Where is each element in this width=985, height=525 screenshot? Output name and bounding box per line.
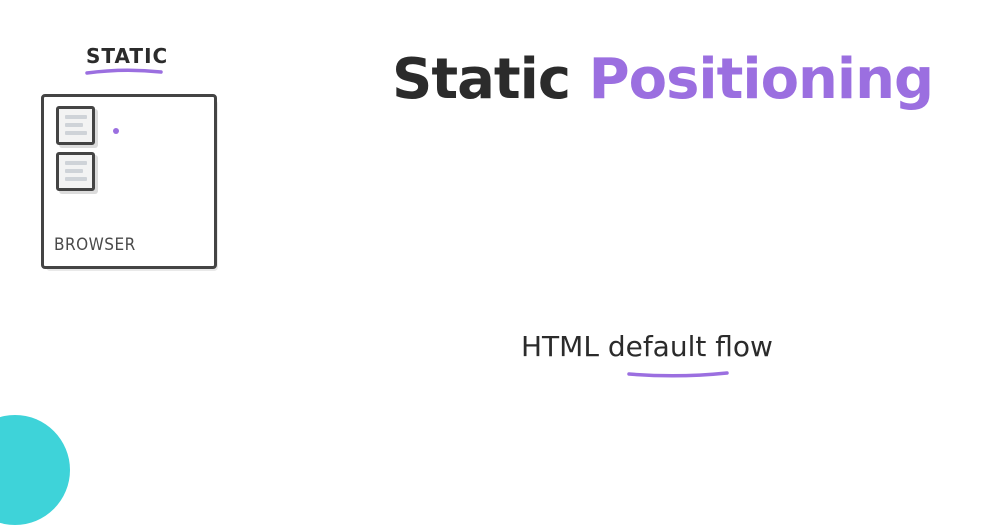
title-word-static: Static	[392, 47, 571, 112]
accent-dot	[113, 128, 119, 134]
subtitle-underline	[627, 371, 729, 378]
static-underline	[85, 68, 163, 75]
subtitle-prefix: HTML	[521, 330, 599, 363]
page-title: Static Positioning	[392, 44, 934, 116]
static-element-2	[56, 152, 95, 191]
subtitle-highlight: default	[607, 330, 707, 363]
static-element-1	[56, 106, 95, 145]
subtitle: HTML default flow	[521, 330, 773, 363]
title-word-positioning: Positioning	[588, 47, 934, 112]
browser-window: BROWSER	[41, 94, 217, 269]
browser-label: BROWSER	[54, 235, 136, 255]
static-label: STATIC	[86, 44, 169, 68]
corner-decoration	[0, 415, 70, 525]
subtitle-suffix: flow	[715, 330, 773, 363]
